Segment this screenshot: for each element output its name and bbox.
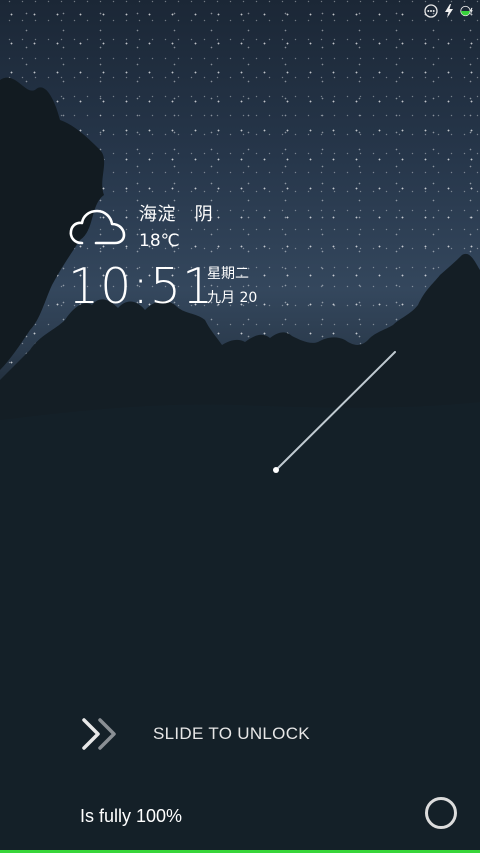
charging-bolt-icon xyxy=(442,4,456,18)
double-chevron-right-icon[interactable] xyxy=(80,716,118,752)
more-icon[interactable] xyxy=(424,4,438,18)
weekday: 星期二 xyxy=(207,266,249,282)
weather-widget[interactable]: 海淀 阴 18℃ 10:51 星期二 九月 20 xyxy=(68,203,288,323)
battery-icon xyxy=(460,4,474,18)
weather-location: 海淀 阴 xyxy=(139,204,214,225)
circle-icon[interactable] xyxy=(425,797,457,829)
temperature: 18℃ xyxy=(139,231,180,251)
lock-screen: 海淀 阴 18℃ 10:51 星期二 九月 20 SLIDE TO UNLOCK… xyxy=(0,0,480,853)
slide-to-unlock[interactable]: SLIDE TO UNLOCK xyxy=(80,715,400,753)
clock-time: 10:51 xyxy=(68,258,215,315)
status-bar xyxy=(424,4,474,18)
battery-status-text: Is fully 100% xyxy=(80,806,183,826)
cloud-icon xyxy=(69,209,126,245)
slide-label: SLIDE TO UNLOCK xyxy=(153,724,310,743)
date: 九月 20 xyxy=(207,290,258,306)
